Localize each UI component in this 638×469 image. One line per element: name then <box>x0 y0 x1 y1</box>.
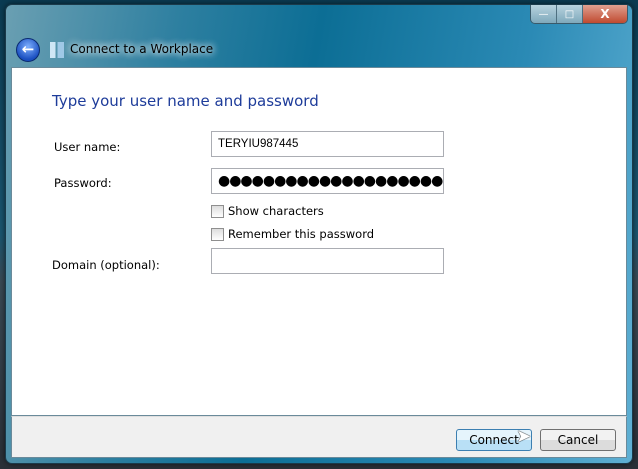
remember-password-label: Remember this password <box>228 227 375 241</box>
window-title: Connect to a Workplace <box>70 42 214 56</box>
remember-password-checkbox[interactable]: Remember this password <box>211 227 374 241</box>
domain-label: Domain (optional): <box>52 258 160 272</box>
workplace-icon <box>50 42 64 58</box>
button-bar: Connect Cancel <box>11 416 627 458</box>
mouse-cursor-icon: ➤ <box>516 426 532 447</box>
maximize-button[interactable]: □ <box>557 5 583 23</box>
minimize-button[interactable]: — <box>531 5 557 23</box>
domain-input[interactable] <box>211 248 444 274</box>
password-input[interactable]: ●●●●●●●●●●●●●●●●●●●● <box>211 168 444 194</box>
close-button[interactable]: X <box>583 5 627 23</box>
checkbox-icon <box>211 227 224 241</box>
dialog-window: — □ X ← Connect to a Workplace Type your… <box>5 4 633 464</box>
username-input[interactable] <box>211 131 444 157</box>
password-label: Password: <box>54 176 112 190</box>
content-pane: Type your user name and password User na… <box>11 67 627 416</box>
username-label: User name: <box>54 140 121 154</box>
show-characters-checkbox[interactable]: Show characters <box>211 204 324 218</box>
caption-buttons: — □ X <box>530 5 628 24</box>
cancel-button[interactable]: Cancel <box>540 429 616 451</box>
back-arrow-icon[interactable]: ← <box>16 38 40 62</box>
checkbox-icon <box>211 204 224 218</box>
page-heading: Type your user name and password <box>52 92 319 110</box>
show-characters-label: Show characters <box>228 204 324 218</box>
